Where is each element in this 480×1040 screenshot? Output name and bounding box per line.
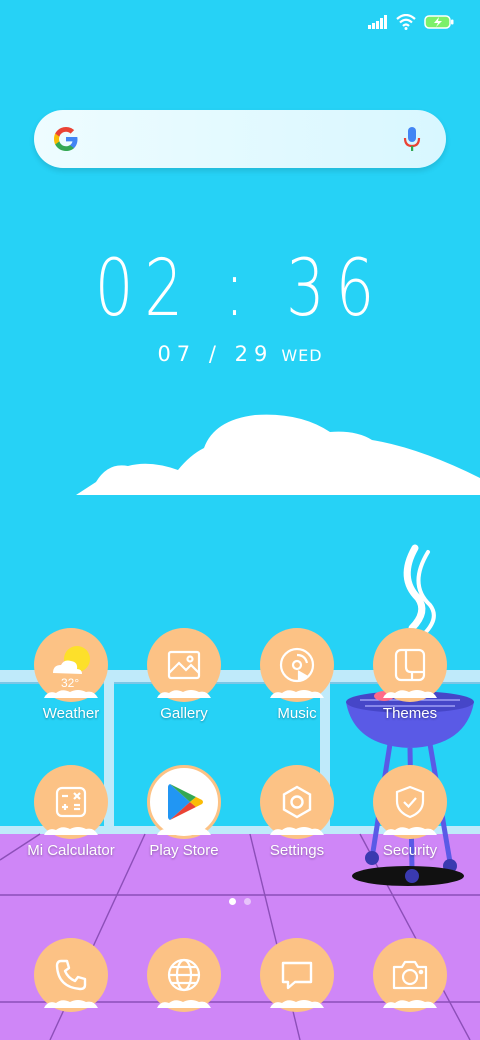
dock-camera[interactable] <box>354 938 466 1038</box>
clock-time[interactable]: 02 : 36 <box>53 244 427 334</box>
page-indicator-dot[interactable] <box>244 898 251 905</box>
snow-decoration <box>383 690 437 698</box>
search-input[interactable] <box>104 110 398 170</box>
status-bar <box>368 12 454 32</box>
google-g-logo <box>54 127 78 151</box>
snow-decoration <box>157 827 211 835</box>
snow-decoration <box>157 690 211 698</box>
day-text: WED <box>281 346 323 365</box>
app-music[interactable]: Music <box>241 628 353 728</box>
app-settings[interactable]: Settings <box>241 765 353 865</box>
date-text: 07 / 29 <box>157 342 274 366</box>
dock-messages[interactable] <box>241 938 353 1038</box>
snow-decoration <box>44 827 98 835</box>
snow-decoration <box>157 1000 211 1008</box>
snow-decoration <box>44 690 98 698</box>
snow-decoration <box>270 827 324 835</box>
battery-charging-icon <box>424 15 454 29</box>
mic-icon[interactable] <box>402 125 422 153</box>
app-security[interactable]: Security <box>354 765 466 865</box>
app-mi-calculator[interactable]: Mi Calculator <box>15 765 127 865</box>
app-label: Security <box>382 842 438 859</box>
dock-phone[interactable] <box>15 938 127 1038</box>
app-play-store[interactable]: Play Store <box>128 765 240 865</box>
app-label: Themes <box>382 705 438 722</box>
search-bar[interactable] <box>34 110 446 170</box>
app-gallery[interactable]: Gallery <box>128 628 240 728</box>
snow-decoration <box>270 1000 324 1008</box>
snow-decoration <box>383 827 437 835</box>
clock-date: 07 / 29 WED <box>0 342 480 366</box>
app-weather[interactable]: 32° Weather <box>15 628 127 728</box>
snow-decoration <box>44 1000 98 1008</box>
snow-decoration <box>270 690 324 698</box>
signal-icon <box>368 15 387 29</box>
snow-decoration <box>383 1000 437 1008</box>
app-themes[interactable]: Themes <box>354 628 466 728</box>
page-indicator-dot-active[interactable] <box>229 898 236 905</box>
dock-browser[interactable] <box>128 938 240 1038</box>
wifi-icon <box>396 14 416 30</box>
